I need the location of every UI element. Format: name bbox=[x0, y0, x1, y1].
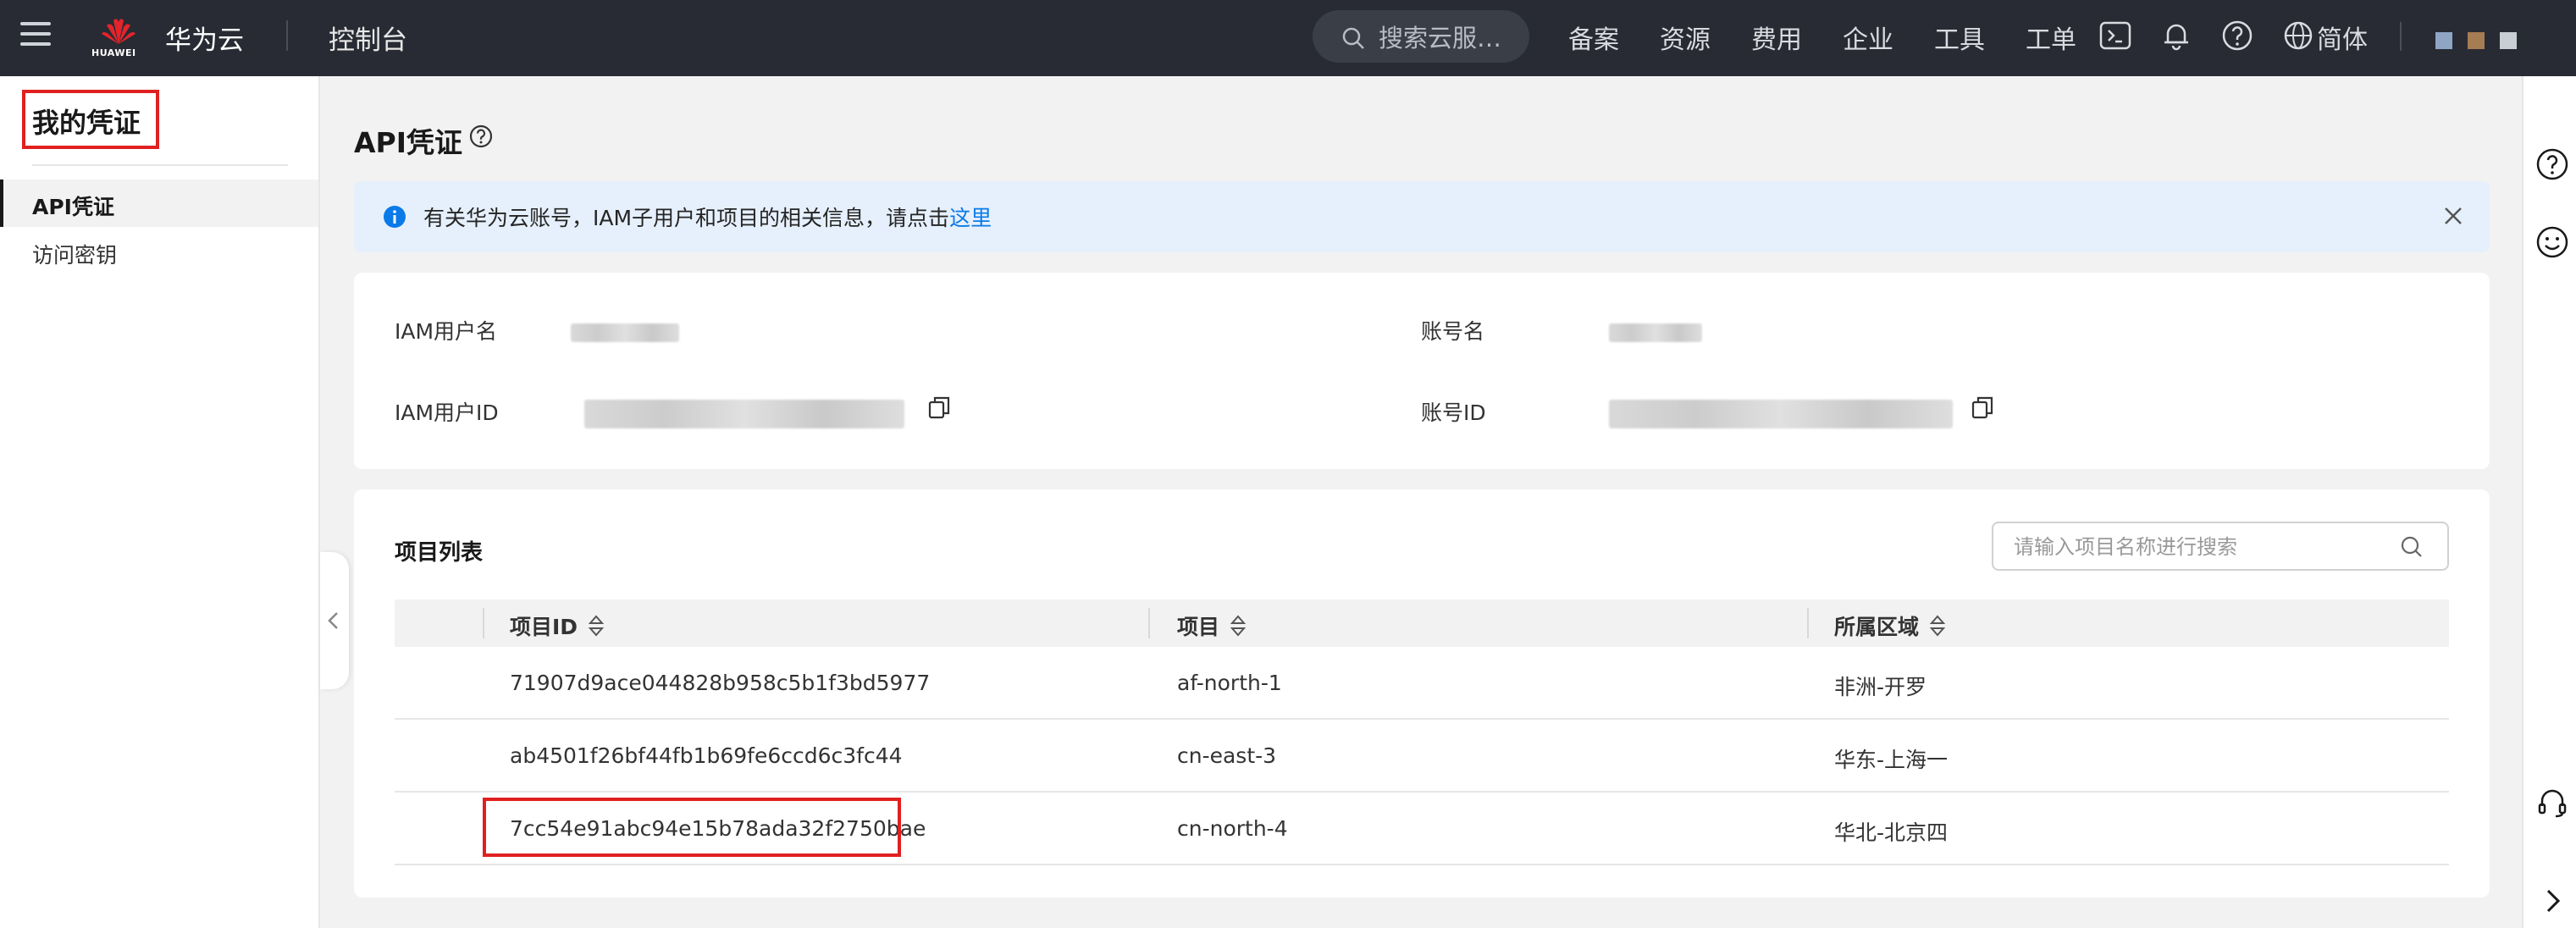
column-divider bbox=[1807, 608, 1809, 638]
language-selector[interactable]: 简体 bbox=[2317, 19, 2368, 56]
iam-user-name-label: IAM用户名 bbox=[395, 319, 498, 344]
account-id-label: 账号ID bbox=[1421, 400, 1486, 425]
column-header-label: 项目 bbox=[1177, 615, 1220, 639]
copy-icon[interactable] bbox=[1970, 395, 1995, 420]
sort-icon[interactable] bbox=[588, 614, 605, 638]
divider bbox=[286, 20, 288, 51]
account-id-value-redacted bbox=[1609, 400, 1953, 428]
global-search-placeholder: 搜索云服… bbox=[1379, 24, 1502, 52]
logo-text: HUAWEI bbox=[91, 47, 136, 58]
info-banner-link[interactable]: 这里 bbox=[949, 206, 992, 230]
nav-tickets[interactable]: 工单 bbox=[2026, 19, 2076, 56]
nav-resources[interactable]: 资源 bbox=[1660, 19, 1711, 56]
help-icon[interactable] bbox=[2535, 147, 2569, 181]
info-banner: 有关华为云账号，IAM子用户和项目的相关信息，请点击这里 bbox=[354, 181, 2490, 252]
account-name-label: 账号名 bbox=[1421, 319, 1485, 344]
close-icon[interactable] bbox=[2442, 205, 2464, 227]
global-search[interactable]: 搜索云服… bbox=[1313, 10, 1529, 63]
menu-icon[interactable] bbox=[20, 22, 51, 52]
headset-icon[interactable] bbox=[2535, 786, 2569, 820]
iam-user-id-value-redacted bbox=[584, 400, 904, 428]
sort-icon[interactable] bbox=[1929, 614, 1946, 638]
console-link[interactable]: 控制台 bbox=[329, 19, 407, 57]
page-title: API凭证 bbox=[354, 126, 463, 159]
copy-icon[interactable] bbox=[926, 395, 952, 420]
project-name-cell: cn-east-3 bbox=[1177, 743, 1277, 768]
divider bbox=[32, 164, 288, 166]
highlight-box bbox=[483, 798, 901, 857]
column-header-project[interactable]: 项目 bbox=[1177, 610, 1247, 641]
search-icon[interactable] bbox=[2400, 535, 2424, 559]
right-rail bbox=[2522, 76, 2576, 928]
brand-name[interactable]: 华为云 bbox=[165, 19, 244, 57]
project-id-cell: ab4501f26bf44fb1b69fe6ccd6c3fc44 bbox=[510, 743, 903, 768]
collapse-sidebar-button[interactable] bbox=[320, 552, 349, 689]
column-header-label: 所属区域 bbox=[1834, 615, 1920, 639]
project-name-cell: af-north-1 bbox=[1177, 671, 1282, 695]
table-row[interactable]: 71907d9ace044828b958c5b1f3bd5977 af-nort… bbox=[395, 647, 2449, 720]
info-banner-message: 有关华为云账号，IAM子用户和项目的相关信息，请点击 bbox=[423, 206, 950, 230]
sidebar: 我的凭证 API凭证 访问密钥 bbox=[0, 76, 320, 928]
help-icon[interactable] bbox=[468, 124, 494, 149]
iam-user-name-value-redacted bbox=[571, 323, 679, 342]
region-cell: 华北-北京四 bbox=[1834, 820, 1949, 845]
table-header: 项目ID 项目 所属区域 bbox=[395, 599, 2449, 647]
page: HUAWEI 华为云 控制台 搜索云服… 备案 资源 费用 企业 工具 工单 简… bbox=[0, 0, 2576, 928]
account-name-value-redacted bbox=[1609, 323, 1702, 342]
chevron-right-icon[interactable] bbox=[2535, 884, 2569, 918]
search-icon bbox=[1342, 27, 1364, 49]
divider bbox=[2400, 22, 2402, 51]
chevron-left-icon bbox=[328, 612, 338, 629]
nav-billing[interactable]: 费用 bbox=[1751, 19, 1802, 56]
project-search[interactable] bbox=[1992, 522, 2449, 571]
sort-icon[interactable] bbox=[1230, 614, 1247, 638]
iam-user-id-label: IAM用户ID bbox=[395, 400, 499, 425]
column-header-region[interactable]: 所属区域 bbox=[1834, 610, 1946, 641]
bell-icon[interactable] bbox=[2159, 19, 2193, 52]
credential-info-card: IAM用户名 账号名 IAM用户ID 账号ID bbox=[354, 273, 2490, 469]
sidebar-item-access-keys[interactable]: 访问密钥 bbox=[32, 239, 117, 269]
terminal-icon[interactable] bbox=[2098, 19, 2132, 52]
info-icon bbox=[384, 206, 406, 228]
top-nav-links: 备案 资源 费用 企业 工具 工单 bbox=[1568, 19, 2076, 56]
sidebar-item-api-credentials[interactable]: API凭证 bbox=[0, 180, 318, 227]
column-divider bbox=[1148, 608, 1150, 638]
region-cell: 华东-上海一 bbox=[1834, 748, 1949, 772]
highlight-box bbox=[22, 90, 159, 149]
info-banner-text: 有关华为云账号，IAM子用户和项目的相关信息，请点击这里 bbox=[423, 202, 992, 232]
account-avatar[interactable] bbox=[2435, 32, 2517, 49]
project-id-cell: 71907d9ace044828b958c5b1f3bd5977 bbox=[510, 671, 931, 695]
globe-icon[interactable] bbox=[2281, 19, 2315, 52]
column-header-label: 项目ID bbox=[510, 615, 578, 639]
sidebar-item-label: API凭证 bbox=[32, 195, 114, 219]
nav-enterprise[interactable]: 企业 bbox=[1843, 19, 1893, 56]
nav-tools[interactable]: 工具 bbox=[1934, 19, 1985, 56]
table-row[interactable]: ab4501f26bf44fb1b69fe6ccd6c3fc44 cn-east… bbox=[395, 720, 2449, 793]
top-navbar: HUAWEI 华为云 控制台 搜索云服… 备案 资源 费用 企业 工具 工单 简… bbox=[0, 0, 2576, 76]
column-divider bbox=[483, 608, 484, 638]
column-header-project-id[interactable]: 项目ID bbox=[510, 610, 605, 641]
smiley-icon[interactable] bbox=[2535, 225, 2569, 259]
project-search-input[interactable] bbox=[2014, 532, 2386, 562]
nav-beian[interactable]: 备案 bbox=[1568, 19, 1619, 56]
project-name-cell: cn-north-4 bbox=[1177, 816, 1288, 841]
help-icon[interactable] bbox=[2220, 19, 2254, 52]
project-list-title: 项目列表 bbox=[395, 540, 484, 566]
region-cell: 非洲-开罗 bbox=[1834, 675, 1927, 699]
